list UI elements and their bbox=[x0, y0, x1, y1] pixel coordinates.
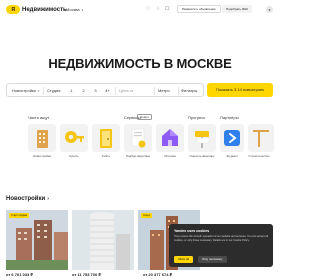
category-mortgage[interactable] bbox=[156, 124, 184, 152]
chat-icon[interactable]: ☐ bbox=[165, 6, 169, 12]
door-icon bbox=[100, 129, 112, 148]
metro-label: Метро bbox=[158, 88, 170, 93]
rooms-studio[interactable]: Студия bbox=[47, 84, 60, 98]
new-badge: Новое bbox=[137, 114, 152, 120]
category-caption: Строительство bbox=[248, 154, 270, 158]
filters-button[interactable]: Фильтры bbox=[181, 84, 197, 98]
login-button[interactable]: Подобрать ЯНК bbox=[222, 5, 253, 13]
category-caption: Подбор квартиры bbox=[125, 154, 151, 158]
logo-badge: Я bbox=[6, 5, 20, 14]
card-price: от 6 701 033 ₽ bbox=[6, 272, 33, 277]
place-ad-button[interactable]: Разместить объявление bbox=[177, 5, 221, 13]
document-icon bbox=[131, 128, 146, 148]
divider bbox=[43, 87, 44, 95]
section-title-label: Новостройки bbox=[6, 196, 46, 202]
metro-select[interactable]: Метро bbox=[158, 84, 170, 98]
arrow-right-icon bbox=[224, 130, 240, 146]
heart-icon[interactable]: ♡ bbox=[146, 6, 150, 12]
user-icon[interactable]: ● bbox=[266, 6, 273, 13]
building-icon bbox=[37, 130, 48, 148]
chevron-right-icon: › bbox=[47, 196, 49, 202]
key-icon bbox=[65, 131, 84, 143]
top-header: Я Недвижимость Москва ▾ ♡ ♢ ☐ Разместить… bbox=[0, 0, 280, 20]
category-new-buildings[interactable] bbox=[28, 124, 56, 152]
chevron-down-icon: ▾ bbox=[81, 7, 84, 12]
divider bbox=[178, 87, 179, 95]
signpost-icon bbox=[195, 131, 210, 148]
building-card[interactable]: Старт продаж bbox=[6, 210, 68, 270]
divider bbox=[115, 87, 116, 95]
only-necessary-cookies-button[interactable]: Only necessary bbox=[198, 256, 227, 263]
show-results-button[interactable]: Показать 3 14 новостроек bbox=[207, 83, 273, 97]
category-group-label: Часто ищут bbox=[28, 115, 50, 120]
category-group-label: Прогресс bbox=[188, 115, 206, 120]
header-icons: ♡ ♢ ☐ bbox=[146, 6, 169, 12]
card-badge: Скоро bbox=[141, 213, 153, 218]
logo[interactable]: Я Недвижимость bbox=[6, 5, 67, 14]
category-construction[interactable] bbox=[248, 124, 274, 152]
search-filter-bar: Новостройки ▾ Студия 1 2 3 4+ Цена от Ме… bbox=[6, 83, 204, 97]
category-group-label: Партнёры bbox=[220, 115, 239, 120]
category-rent[interactable] bbox=[92, 124, 120, 152]
category-caption: Ипотека bbox=[164, 154, 176, 158]
page-title: НЕДВИЖИМОСТЬ В МОСКВЕ bbox=[48, 56, 232, 71]
cookie-banner: Yandex uses cookies They ensure the smoo… bbox=[169, 224, 273, 267]
price-input[interactable]: Цена от bbox=[119, 84, 134, 98]
category-valuation[interactable] bbox=[188, 124, 216, 152]
section-new-buildings-title[interactable]: Новостройки › bbox=[6, 196, 49, 202]
chevron-down-icon: ▾ bbox=[37, 89, 40, 93]
building-photo bbox=[72, 210, 134, 270]
crane-icon bbox=[253, 130, 269, 147]
deal-type-select[interactable]: Новостройки ▾ bbox=[12, 84, 39, 98]
deal-type-label: Новостройки bbox=[12, 88, 36, 93]
rooms-option[interactable]: 2 bbox=[79, 87, 88, 95]
logo-text: Недвижимость bbox=[22, 6, 67, 13]
city-selector[interactable]: Москва ▾ bbox=[66, 7, 83, 12]
allow-all-cookies-button[interactable]: Allow all bbox=[174, 256, 194, 263]
rooms-studio-label: Студия bbox=[47, 88, 61, 93]
rooms-option[interactable]: 3 bbox=[91, 87, 100, 95]
rooms-option[interactable]: 4+ bbox=[103, 87, 112, 95]
category-partner[interactable] bbox=[220, 124, 244, 152]
divider bbox=[154, 87, 155, 95]
category-caption: Снять bbox=[101, 154, 111, 158]
rooms-option[interactable]: 1 bbox=[67, 87, 76, 95]
cookie-title: Yandex uses cookies bbox=[174, 229, 210, 233]
house-icon bbox=[162, 129, 178, 146]
card-badge: Старт продаж bbox=[9, 213, 30, 218]
category-buy[interactable] bbox=[60, 124, 88, 152]
building-card[interactable] bbox=[72, 210, 134, 270]
category-caption: Купить bbox=[69, 154, 79, 158]
category-selection[interactable] bbox=[124, 124, 152, 152]
category-caption: Новостройки bbox=[33, 154, 51, 158]
card-price: от 11 753 700 ₽ bbox=[72, 272, 101, 277]
card-price: от 20 377 674 ₽ bbox=[143, 272, 173, 277]
bell-icon[interactable]: ♢ bbox=[155, 6, 159, 12]
city-label: Москва bbox=[66, 7, 80, 12]
filters-label: Фильтры bbox=[181, 88, 198, 93]
building-photo bbox=[6, 210, 68, 270]
cookie-text: They ensure the smooth operation of our … bbox=[174, 235, 269, 242]
